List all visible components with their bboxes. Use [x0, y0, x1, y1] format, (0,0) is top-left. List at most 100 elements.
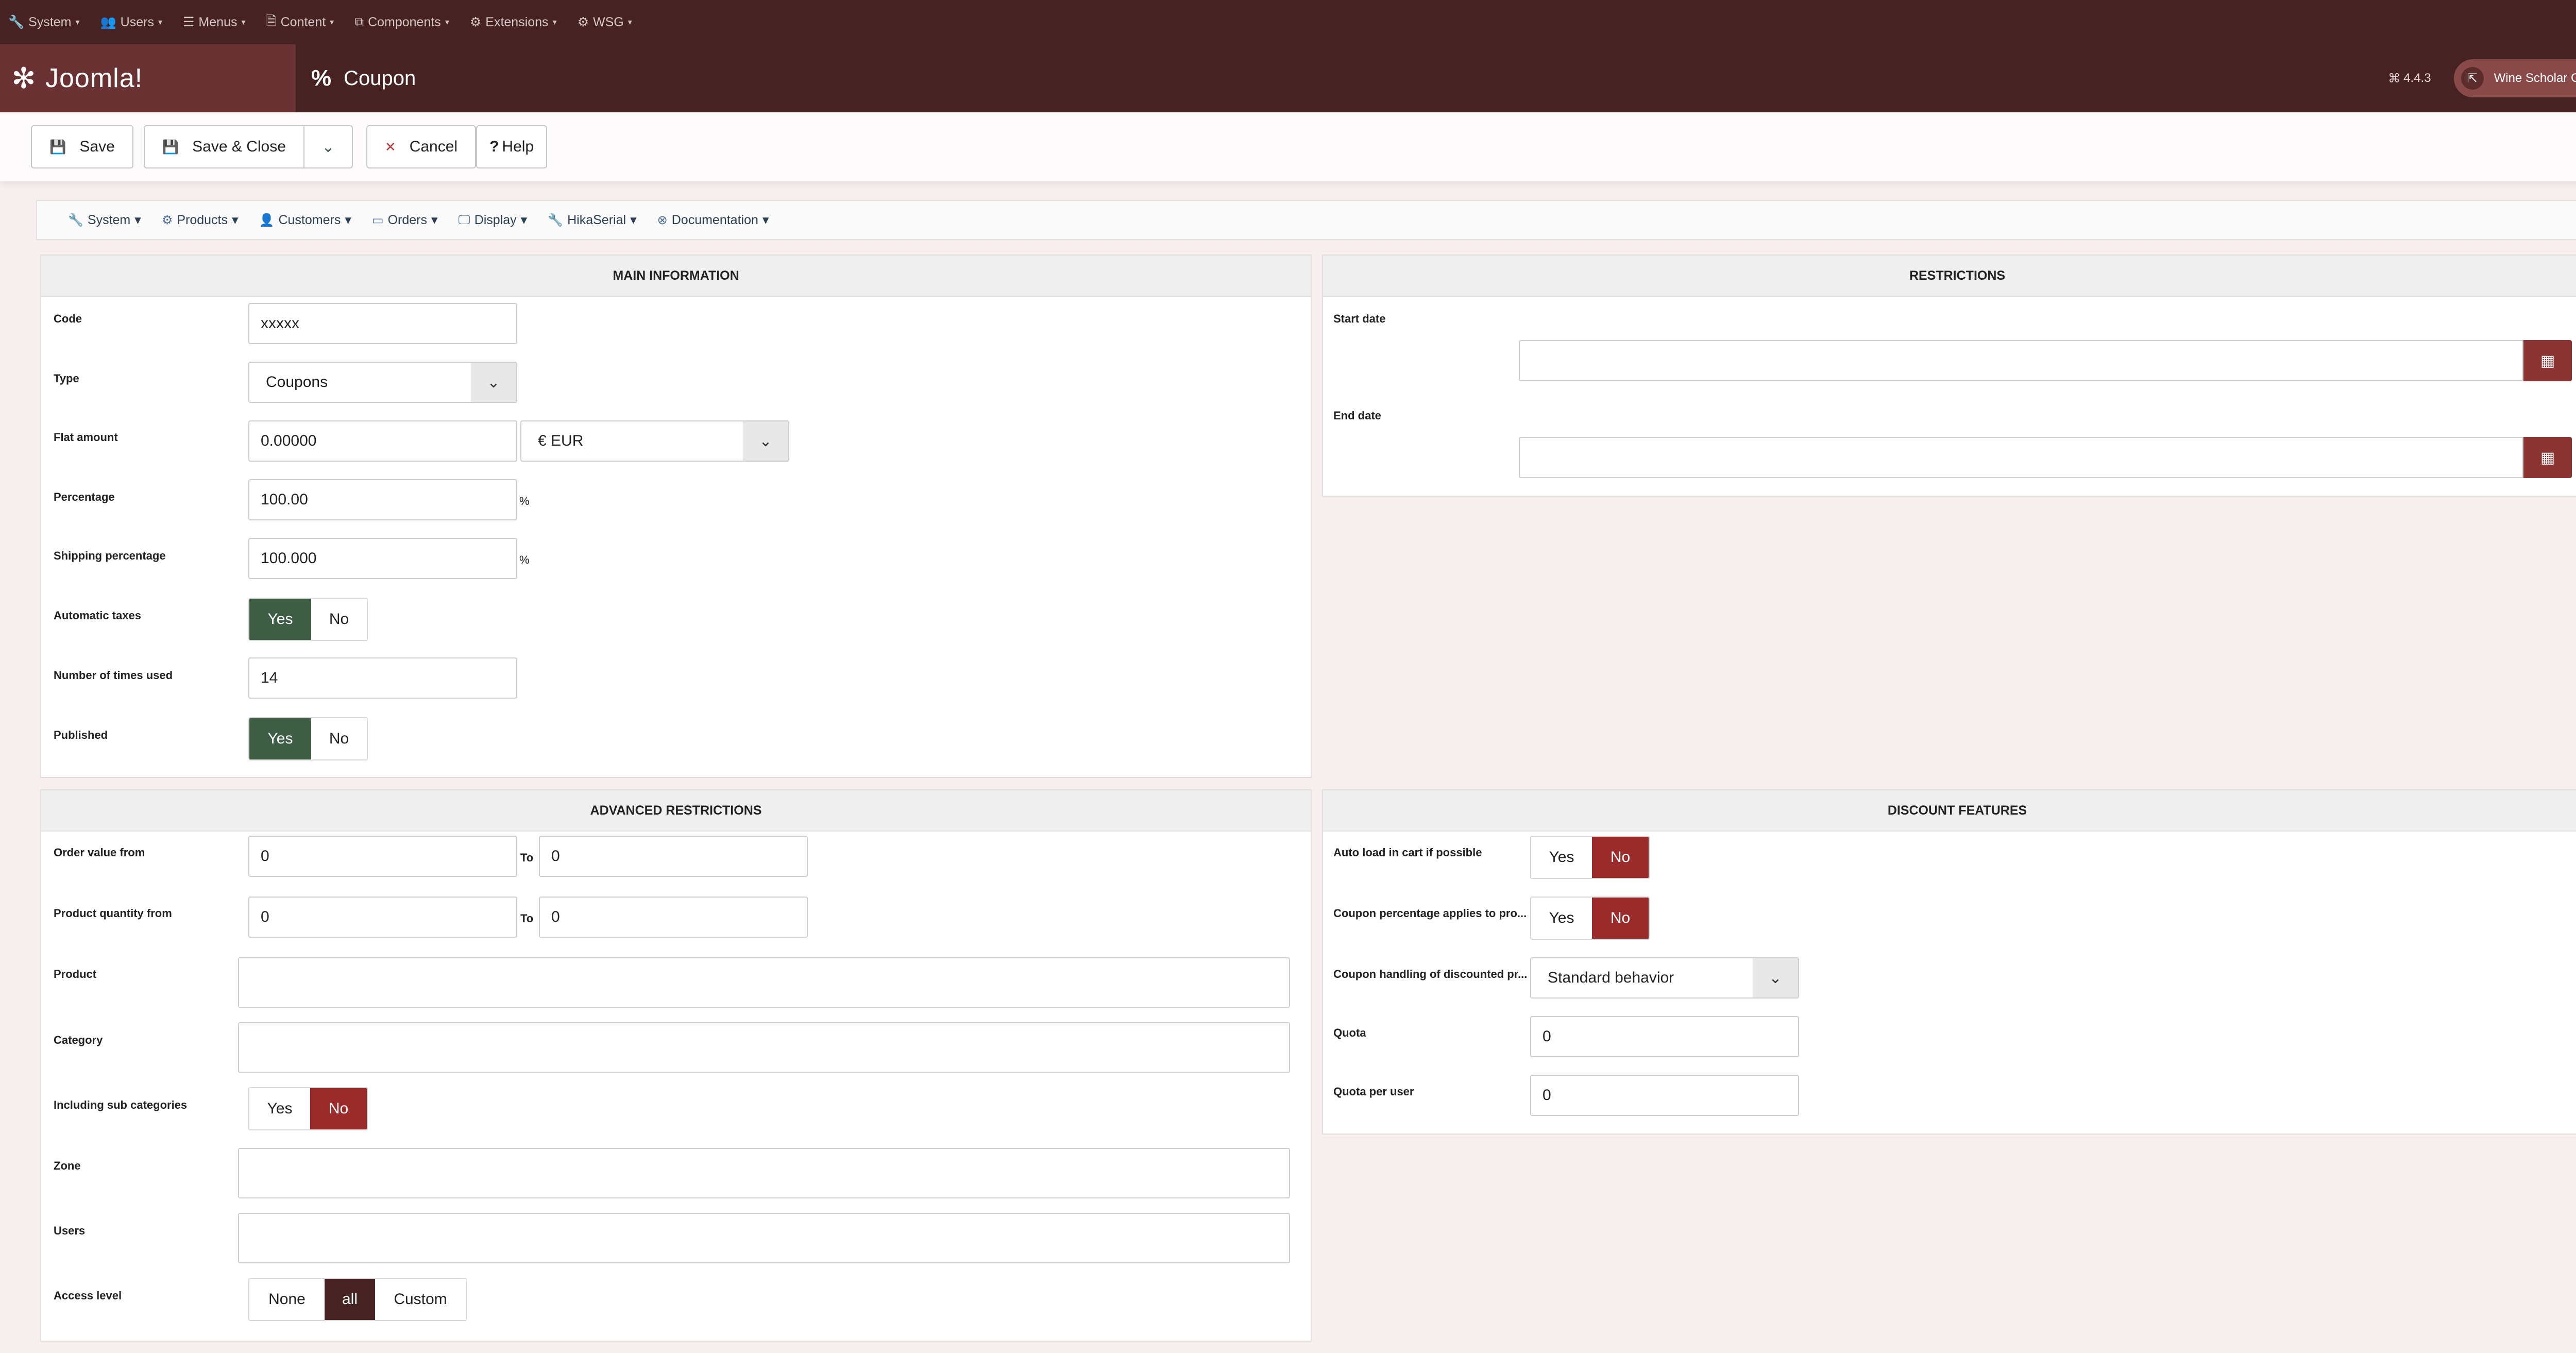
product-quantity-to-input[interactable]: 0 — [539, 897, 808, 938]
save-dropdown-toggle[interactable]: ⌄ — [304, 125, 353, 168]
currency-select-value: € EUR — [538, 432, 584, 449]
menu-item-extensions[interactable]: ⚙ Extensions ▾ — [470, 14, 557, 30]
menu-item-label: Documentation — [671, 212, 758, 227]
quota-label: Quota — [1333, 1026, 1366, 1039]
currency-select[interactable]: € EUR ⌄ — [520, 420, 789, 462]
cancel-button[interactable]: ✕ Cancel — [366, 125, 477, 168]
sub-categories-yes[interactable]: Yes — [249, 1088, 310, 1129]
caret-down-icon: ▾ — [345, 213, 351, 227]
site-link-button[interactable]: ⇱ Wine Scholar Guild — [2453, 59, 2576, 97]
menu-item-label: Customers — [278, 212, 341, 227]
type-select[interactable]: Coupons ⌄ — [248, 362, 517, 403]
save-close-label: Save & Close — [192, 138, 286, 155]
wrench-icon: 🔧 — [68, 213, 83, 227]
caret-down-icon: ▾ — [330, 18, 334, 27]
end-date-label: End date — [1333, 409, 1381, 422]
calendar-icon: ▦ — [2540, 449, 2555, 466]
menu-item-label: Extensions — [485, 14, 549, 29]
menu-item-customers[interactable]: 👤 Customers ▾ — [259, 212, 351, 228]
start-date-input[interactable] — [1519, 340, 2523, 381]
end-date-input[interactable] — [1519, 437, 2523, 478]
cubes-icon: ⚙ — [577, 15, 589, 29]
automatic-taxes-yes[interactable]: Yes — [249, 599, 311, 640]
menu-item-documentation[interactable]: ⊗ Documentation ▾ — [657, 212, 769, 228]
menu-item-label: Orders — [387, 212, 427, 227]
type-label: Type — [54, 372, 79, 385]
times-used-input[interactable]: 14 — [248, 657, 517, 699]
auto-load-no[interactable]: No — [1592, 837, 1649, 878]
quota-per-user-input[interactable]: 0 — [1530, 1075, 1799, 1116]
menu-item-users[interactable]: 👥 Users ▾ — [100, 15, 162, 30]
product-quantity-from-input[interactable]: 0 — [248, 897, 517, 938]
discounted-handling-select[interactable]: Standard behavior ⌄ — [1530, 957, 1799, 999]
menu-item-components[interactable]: ⧉ Components ▾ — [354, 15, 449, 30]
shipping-percentage-input[interactable]: 100.000 — [248, 538, 517, 579]
order-value-to-input[interactable]: 0 — [539, 836, 808, 877]
panel-title: DISCOUNT FEATURES — [1323, 790, 2576, 832]
caret-down-icon: ▾ — [520, 213, 528, 227]
start-date-calendar-button[interactable]: ▦ — [2523, 340, 2572, 381]
percentage-unit: % — [519, 495, 530, 508]
users-selector[interactable] — [238, 1213, 1290, 1263]
calendar-icon: ▦ — [2540, 352, 2555, 369]
users-icon: 👥 — [100, 14, 116, 29]
menu-item-wsg[interactable]: ⚙ WSG ▾ — [578, 14, 632, 30]
published-no[interactable]: No — [311, 718, 367, 759]
product-label: Product — [54, 968, 97, 980]
panel-title: ADVANCED RESTRICTIONS — [41, 790, 1311, 832]
menu-item-system[interactable]: 🔧 System ▾ — [68, 212, 141, 228]
percentage-input[interactable]: 100.00 — [248, 479, 517, 520]
auto-load-yes[interactable]: Yes — [1531, 837, 1592, 878]
menu-item-system[interactable]: 🔧 System ▾ — [8, 15, 80, 30]
menu-item-hikaserial[interactable]: 🔧 HikaSerial ▾ — [548, 212, 636, 228]
quota-input[interactable]: 0 — [1530, 1016, 1799, 1057]
question-icon: ? — [489, 138, 499, 155]
caret-down-icon: ▾ — [232, 213, 239, 227]
percentage-applies-toggle: Yes No — [1530, 897, 1650, 940]
shipping-percentage-label: Shipping percentage — [54, 549, 166, 562]
automatic-taxes-toggle: Yes No — [248, 598, 368, 641]
order-value-from-input[interactable]: 0 — [248, 836, 517, 877]
zone-selector[interactable] — [238, 1148, 1290, 1198]
percentage-applies-yes[interactable]: Yes — [1531, 898, 1592, 939]
shipping-percentage-unit: % — [519, 553, 530, 566]
access-level-custom[interactable]: Custom — [375, 1279, 466, 1320]
category-selector[interactable] — [238, 1022, 1290, 1073]
menu-item-orders[interactable]: ▭ Orders ▾ — [372, 212, 438, 228]
save-close-button[interactable]: 💾 Save & Close — [143, 125, 304, 168]
product-selector[interactable] — [238, 957, 1290, 1008]
access-level-none[interactable]: None — [249, 1279, 325, 1320]
published-yes[interactable]: Yes — [249, 718, 311, 759]
panel-title: MAIN INFORMATION — [41, 256, 1311, 297]
floppy-icon: 💾 — [49, 139, 66, 155]
puzzle-icon: ⧉ — [354, 14, 364, 29]
menu-item-label: Content — [280, 14, 326, 29]
automatic-taxes-no[interactable]: No — [311, 599, 367, 640]
joomla-logo[interactable]: ✻ Joomla! — [0, 44, 296, 112]
access-level-all[interactable]: all — [325, 1279, 375, 1320]
flat-amount-input[interactable]: 0.00000 — [248, 420, 517, 462]
menu-item-display[interactable]: 🖵 Display ▾ — [459, 212, 528, 228]
times-used-label: Number of times used — [54, 669, 173, 682]
save-button[interactable]: 💾 Save — [31, 125, 133, 168]
credit-card-icon: ▭ — [371, 213, 384, 227]
joomla-small-icon: ⌘ — [2388, 71, 2401, 86]
floppy-icon: 💾 — [162, 139, 179, 155]
save-label: Save — [79, 138, 115, 155]
menu-item-menus[interactable]: ☰ Menus ▾ — [183, 14, 246, 30]
chevron-down-icon: ⌄ — [471, 363, 516, 402]
code-input[interactable]: xxxxx — [248, 303, 517, 344]
order-value-from-label: Order value from — [54, 846, 145, 859]
menu-item-label: Users — [120, 14, 154, 29]
help-button[interactable]: ? Help — [476, 125, 548, 168]
menu-item-label: Menus — [198, 14, 238, 29]
end-date-calendar-button[interactable]: ▦ — [2523, 437, 2572, 478]
sub-categories-no[interactable]: No — [310, 1088, 367, 1129]
percentage-applies-no[interactable]: No — [1592, 898, 1649, 939]
menu-item-content[interactable]: 🗎 Content ▾ — [266, 11, 334, 33]
version-text: 4.4.3 — [2403, 71, 2431, 85]
menu-item-products[interactable]: ⚙ Products ▾ — [162, 212, 239, 228]
caret-down-icon: ▾ — [75, 18, 80, 27]
top-menu-bar: 🔧 System ▾ 👥 Users ▾ ☰ Menus ▾ 🗎 Content ▾ ⧉ Componen… — [0, 0, 2576, 44]
user-icon: 👤 — [259, 213, 275, 227]
